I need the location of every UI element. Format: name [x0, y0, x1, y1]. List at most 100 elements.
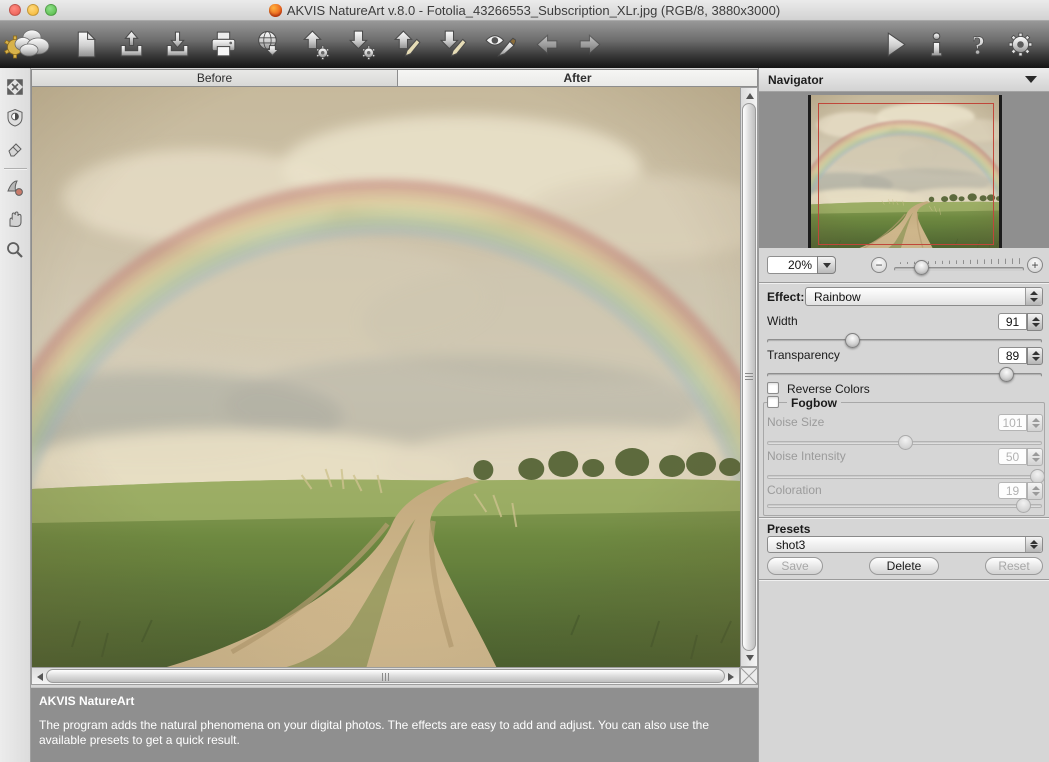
separator	[759, 517, 1049, 519]
slider-thumb-coloration	[1015, 498, 1031, 513]
scroll-down-icon[interactable]	[746, 655, 754, 661]
save-preset-button[interactable]: Save	[767, 557, 823, 575]
undo-icon[interactable]	[529, 28, 562, 61]
tab-after[interactable]: After	[397, 69, 758, 87]
separator	[759, 282, 1049, 284]
combo-stepper-icon[interactable]	[1025, 288, 1042, 305]
stepper-transparency-icon[interactable]	[1027, 347, 1043, 365]
slider-thumb-transparency[interactable]	[999, 367, 1015, 382]
param-value-noise-size: 101	[998, 414, 1027, 431]
slider-thumb-width[interactable]	[845, 333, 861, 348]
scroll-up-icon[interactable]	[746, 93, 754, 99]
after-image	[32, 87, 740, 667]
reverse-colors-checkbox[interactable]	[767, 382, 779, 394]
navigator-title: Navigator	[768, 72, 824, 87]
hand-tool-icon[interactable]	[3, 207, 27, 231]
about-icon[interactable]	[920, 28, 953, 61]
param-label-width: Width	[767, 314, 798, 328]
hints-title: AKVIS NatureArt	[39, 694, 135, 708]
traffic-lights	[9, 4, 57, 16]
combo-stepper-icon[interactable]	[1025, 537, 1042, 552]
delete-preset-button[interactable]: Delete	[869, 557, 939, 575]
horizontal-scrollbar[interactable]	[31, 667, 740, 685]
minimize-button[interactable]	[27, 4, 39, 16]
slider-thumb-noise-size	[897, 435, 913, 450]
view-tabs: Before After	[31, 69, 758, 87]
param-label-coloration: Coloration	[767, 483, 822, 497]
image-viewport[interactable]	[31, 87, 740, 667]
title-bar: AKVIS NatureArt v.8.0 - Fotolia_43266553…	[0, 0, 1049, 21]
collapse-caret-icon[interactable]	[1025, 76, 1037, 83]
zoom-out-button[interactable]: −	[871, 257, 887, 273]
slider-coloration	[767, 498, 1042, 513]
tool-separator	[3, 168, 27, 169]
quick-mask-icon[interactable]	[3, 106, 27, 130]
slider-track[interactable]	[767, 339, 1042, 343]
zoom-controls: − +	[759, 248, 1049, 282]
app-icon	[268, 3, 282, 17]
zoom-tool-icon[interactable]	[3, 238, 27, 262]
close-button[interactable]	[9, 4, 21, 16]
history-brush-icon[interactable]	[3, 176, 27, 200]
param-label-transparency: Transparency	[767, 348, 840, 362]
scrollbar-corner	[740, 667, 758, 685]
preset-select[interactable]: shot3	[767, 536, 1043, 553]
redo-icon[interactable]	[575, 28, 608, 61]
horizontal-scroll-thumb[interactable]	[46, 669, 725, 683]
help-icon[interactable]	[962, 28, 995, 61]
slider-transparency[interactable]	[767, 367, 1042, 382]
separator	[759, 579, 1049, 581]
zoom-in-button[interactable]: +	[1027, 257, 1043, 273]
run-icon[interactable]	[878, 28, 911, 61]
param-value-noise-intensity: 50	[998, 448, 1027, 465]
scroll-left-icon[interactable]	[37, 673, 43, 681]
fogbow-checkbox[interactable]	[767, 396, 779, 408]
import-edits-icon[interactable]	[391, 28, 424, 61]
export-settings-icon[interactable]	[345, 28, 378, 61]
toolbar-right-group	[878, 28, 1037, 61]
vertical-scrollbar[interactable]	[740, 87, 758, 667]
navigator-header[interactable]: Navigator	[759, 68, 1049, 92]
print-icon[interactable]	[207, 28, 240, 61]
slider-track	[767, 475, 1042, 479]
stepper-noise-intensity-icon	[1027, 448, 1043, 466]
tab-before[interactable]: Before	[31, 69, 397, 87]
publish-web-icon[interactable]	[253, 28, 286, 61]
toolbar-left-group	[2, 24, 608, 66]
scroll-right-icon[interactable]	[728, 673, 734, 681]
quick-preview-icon[interactable]	[483, 28, 516, 61]
scroll-grip	[381, 673, 390, 681]
zoom-window-button[interactable]	[45, 4, 57, 16]
eraser-tool-icon[interactable]	[3, 137, 27, 161]
akvis-logo-icon[interactable]	[2, 24, 56, 66]
param-value-width[interactable]: 91	[998, 313, 1027, 330]
fit-image-icon[interactable]	[3, 75, 27, 99]
param-value-transparency[interactable]: 89	[998, 347, 1027, 364]
param-label-noise-intensity: Noise Intensity	[767, 449, 846, 463]
effect-selected: Rainbow	[814, 289, 861, 304]
image-edge-left	[808, 95, 811, 248]
reset-preset-button[interactable]: Reset	[985, 557, 1043, 575]
export-edits-icon[interactable]	[437, 28, 470, 61]
scroll-grip	[745, 373, 753, 381]
new-image-icon[interactable]	[69, 28, 102, 61]
preset-selected: shot3	[776, 537, 806, 552]
open-image-icon[interactable]	[115, 28, 148, 61]
app-window: AKVIS NatureArt v.8.0 - Fotolia_43266553…	[0, 0, 1049, 762]
presets-title: Presets	[767, 522, 811, 536]
import-settings-icon[interactable]	[299, 28, 332, 61]
zoom-dropdown-icon[interactable]	[817, 256, 836, 274]
window-title: AKVIS NatureArt v.8.0 - Fotolia_43266553…	[286, 2, 781, 18]
zoom-input[interactable]	[767, 256, 817, 274]
stepper-width-icon[interactable]	[1027, 313, 1043, 331]
navigator-preview[interactable]	[759, 92, 1049, 248]
preferences-icon[interactable]	[1004, 28, 1037, 61]
window-title-wrap: AKVIS NatureArt v.8.0 - Fotolia_43266553…	[268, 2, 781, 18]
navigator-view-frame[interactable]	[818, 103, 994, 245]
vertical-scroll-thumb[interactable]	[742, 103, 756, 651]
zoom-slider-thumb[interactable]	[914, 260, 930, 275]
effect-select[interactable]: Rainbow	[805, 287, 1043, 306]
save-image-icon[interactable]	[161, 28, 194, 61]
slider-width[interactable]	[767, 333, 1042, 348]
zoom-slider[interactable]	[894, 258, 1024, 275]
